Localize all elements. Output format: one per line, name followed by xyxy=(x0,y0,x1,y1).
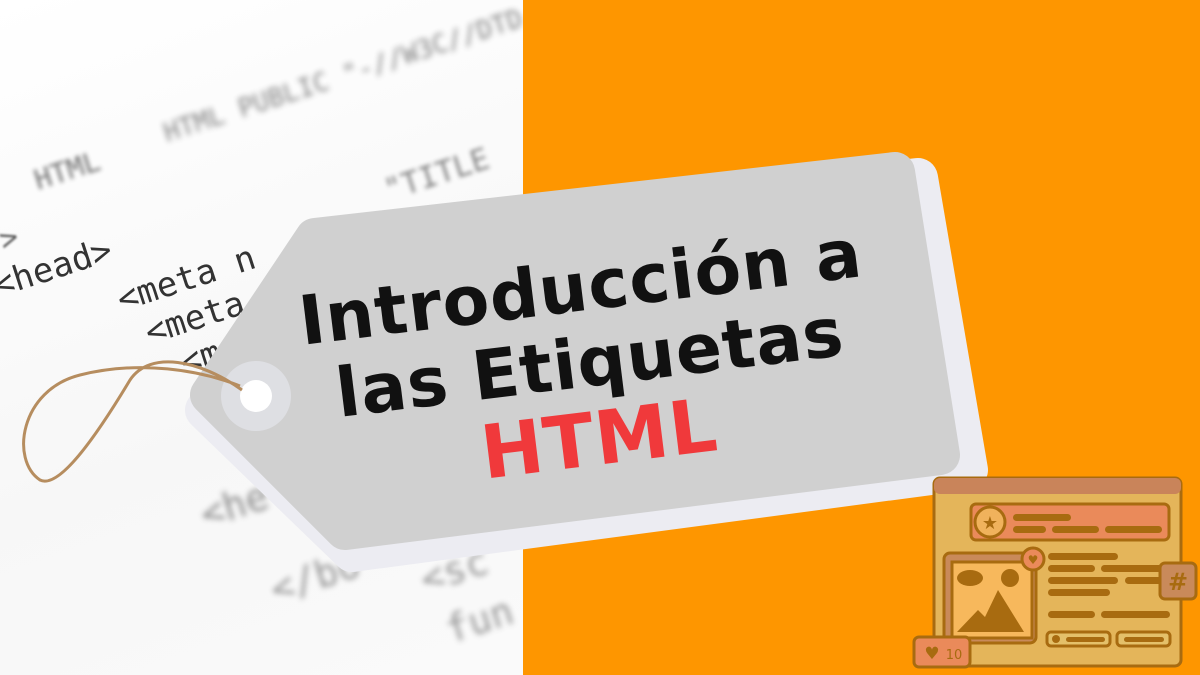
svg-text:♥: ♥ xyxy=(1028,553,1039,567)
likes-count: 10 xyxy=(946,648,963,663)
cloud-icon xyxy=(957,570,983,586)
svg-text:★: ★ xyxy=(982,513,998,534)
heart-icon: ♥ xyxy=(924,644,939,664)
hashtag-icon: # xyxy=(1168,568,1188,596)
web-layout-illustration: ★ ♥ # ♥ 10 xyxy=(912,476,1198,669)
